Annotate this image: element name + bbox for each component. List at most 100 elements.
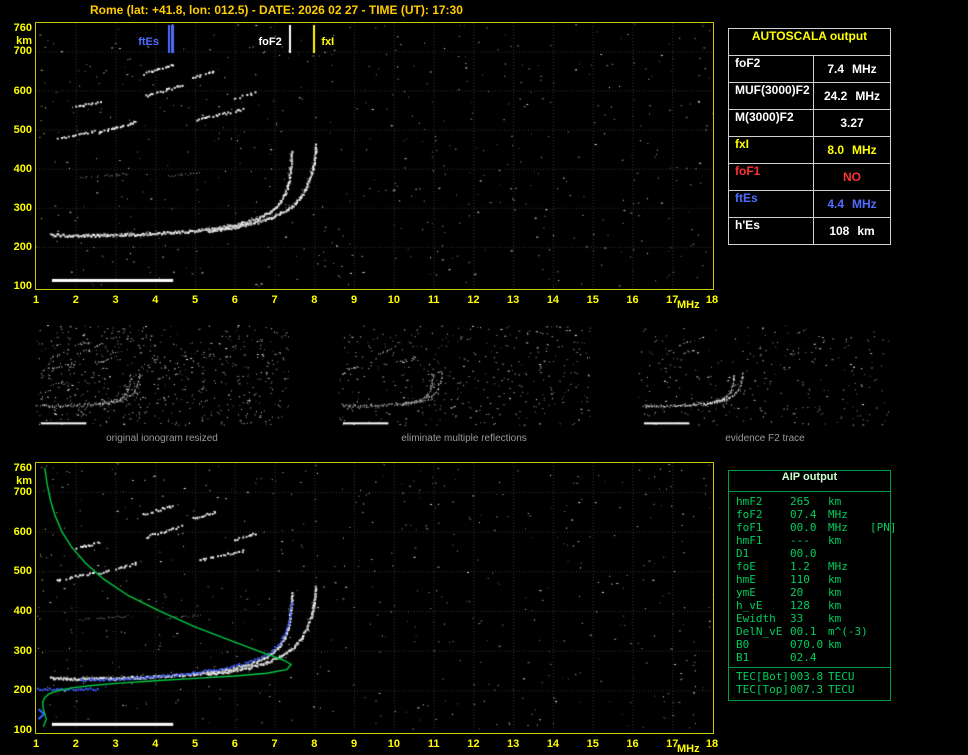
thumbnail-original-canvas bbox=[35, 325, 289, 428]
aip-param: foF2 bbox=[736, 508, 763, 521]
autoscala-row-fxI: fxI 8.0 MHz bbox=[729, 136, 890, 163]
thumbnail-f2-trace bbox=[638, 325, 892, 428]
aip-unit: km bbox=[828, 586, 842, 599]
aip-value: 1.2 bbox=[790, 560, 810, 573]
y-tick-label: 600 bbox=[13, 84, 32, 97]
aip-row-foF1: foF1 00.0 MHz [PN] bbox=[729, 521, 897, 534]
thumbnail-f2-canvas bbox=[638, 325, 892, 428]
autoscala-value-cell: 108 km bbox=[813, 218, 890, 244]
x-tick-label: 11 bbox=[427, 294, 440, 306]
autoscala-row-ftEs: ftEs 4.4 MHz bbox=[729, 190, 890, 217]
thumbnail-cleaned-ionogram bbox=[337, 325, 591, 428]
aip-extra: [PN] bbox=[870, 521, 897, 534]
aip-extra bbox=[870, 638, 890, 651]
aip-row-hvE: h_vE 128 km bbox=[729, 599, 890, 612]
aip-extra bbox=[870, 547, 890, 560]
aip-table-rows: hmF2 265 km foF2 07.4 MHz foF1 00.0 MHz [PN] hmF1 -… bbox=[729, 495, 897, 696]
aip-extra bbox=[870, 495, 890, 508]
x-tick-label: 12 bbox=[467, 294, 480, 306]
aip-extra bbox=[870, 651, 890, 664]
autoscala-unit: MHz bbox=[852, 62, 877, 76]
aip-row-DelNvE: DelN_vE 00.1 m^(-3) bbox=[729, 625, 890, 638]
aip-value: 00.0 bbox=[790, 547, 817, 560]
x-tick-label: 1 bbox=[32, 294, 40, 306]
aip-extra bbox=[870, 612, 890, 625]
y-tick-label: 100 bbox=[13, 724, 32, 736]
aip-row-B0: B0 070.0 km bbox=[729, 638, 890, 651]
autoscala-table-rows: foF2 7.4 MHz MUF(3000)F2 24.2 MHz M(3000)F2 3.2… bbox=[729, 55, 890, 244]
y-tick-label: 300 bbox=[13, 201, 32, 214]
aip-row-foE: foE 1.2 MHz bbox=[729, 560, 890, 573]
y-tick-label: 500 bbox=[13, 565, 32, 578]
autoscala-unit: MHz bbox=[852, 143, 877, 157]
thumbnail-caption-original: original ionogram resized bbox=[106, 433, 218, 444]
x-tick-label: 15 bbox=[586, 738, 599, 750]
y-tick-label: 700 bbox=[13, 45, 32, 58]
aip-row-hmF2: hmF2 265 km bbox=[729, 495, 890, 508]
x-tick-label: 14 bbox=[546, 294, 560, 306]
x-tick-label: 10 bbox=[387, 738, 400, 750]
aip-unit: TECU bbox=[828, 670, 855, 683]
aip-value: 02.4 bbox=[790, 651, 817, 664]
autoscala-window: Rome (lat: +41.8, lon: 012.5) - DATE: 20… bbox=[0, 0, 968, 755]
aip-extra bbox=[870, 573, 890, 586]
x-tick-label: 18 bbox=[705, 294, 719, 306]
x-tick-label: 5 bbox=[191, 294, 199, 306]
aip-value: 070.0 bbox=[790, 638, 824, 651]
autoscala-value: 24.2 bbox=[823, 89, 848, 103]
y-tick-label: 400 bbox=[13, 604, 32, 617]
ftEs-marker-label: ftEs bbox=[138, 36, 159, 48]
aip-param: ymE bbox=[736, 586, 756, 599]
autoscala-param-label: ftEs bbox=[735, 191, 758, 205]
aip-unit: MHz bbox=[828, 508, 848, 521]
aip-value: 128 bbox=[790, 599, 810, 612]
aip-param: DelN_vE bbox=[736, 625, 783, 638]
aip-unit: km bbox=[828, 573, 842, 586]
bottom-ionogram-plot bbox=[35, 462, 714, 734]
autoscala-row-foF2: foF2 7.4 MHz bbox=[729, 55, 890, 82]
x-tick-label: 8 bbox=[311, 294, 318, 306]
autoscala-unit: km bbox=[857, 224, 875, 238]
x-tick-label: 14 bbox=[546, 738, 560, 750]
aip-param: B0 bbox=[736, 638, 750, 651]
aip-unit: m^(-3) bbox=[828, 625, 868, 638]
x-tick-label: 7 bbox=[271, 294, 278, 306]
aip-unit: km bbox=[828, 638, 842, 651]
x-tick-label: 11 bbox=[427, 738, 440, 750]
aip-param: TEC[Bot] bbox=[736, 670, 789, 683]
aip-unit: MHz bbox=[828, 521, 848, 534]
autoscala-output-table: AUTOSCALA output foF2 7.4 MHz MUF(3000)F2 24… bbox=[728, 28, 891, 245]
x-tick-label: 5 bbox=[191, 738, 199, 750]
x-tick-label: 4 bbox=[152, 738, 159, 750]
thumbnail-caption-f2: evidence F2 trace bbox=[725, 433, 805, 444]
aip-unit: TECU bbox=[828, 683, 855, 696]
aip-unit: MHz bbox=[828, 560, 848, 573]
autoscala-param-label: foF2 bbox=[735, 56, 761, 70]
thumbnail-original-ionogram bbox=[35, 325, 289, 428]
aip-param: hmF1 bbox=[736, 534, 763, 547]
aip-row-D1: D1 00.0 bbox=[729, 547, 890, 560]
aip-value: 00.1 bbox=[790, 625, 817, 638]
aip-unit bbox=[828, 651, 870, 664]
autoscala-value: 4.4 bbox=[827, 197, 844, 211]
aip-extra bbox=[870, 683, 890, 696]
aip-row-hmF1: hmF1 --- km bbox=[729, 534, 890, 547]
y-tick-label: 500 bbox=[13, 123, 32, 136]
aip-extra bbox=[870, 599, 890, 612]
autoscala-value-cell: 8.0 MHz bbox=[813, 137, 890, 163]
x-tick-label: 8 bbox=[311, 738, 318, 750]
aip-unit: km bbox=[828, 534, 842, 547]
aip-row-Ewidth: Ewidth 33 km bbox=[729, 612, 890, 625]
x-tick-label: 7 bbox=[271, 738, 278, 750]
aip-param: D1 bbox=[736, 547, 750, 560]
aip-param: h_vE bbox=[736, 599, 763, 612]
top-ionogram-plot: ftEs foF2 fxI bbox=[35, 22, 714, 290]
autoscala-unit: MHz bbox=[852, 197, 877, 211]
autoscala-value: NO bbox=[843, 170, 861, 184]
x-tick-label: 6 bbox=[231, 294, 238, 306]
aip-extra bbox=[870, 625, 890, 638]
autoscala-value: 8.0 bbox=[827, 143, 844, 157]
x-tick-label: 9 bbox=[351, 294, 358, 306]
aip-extra bbox=[870, 670, 890, 683]
x-tick-label: 3 bbox=[112, 294, 119, 306]
